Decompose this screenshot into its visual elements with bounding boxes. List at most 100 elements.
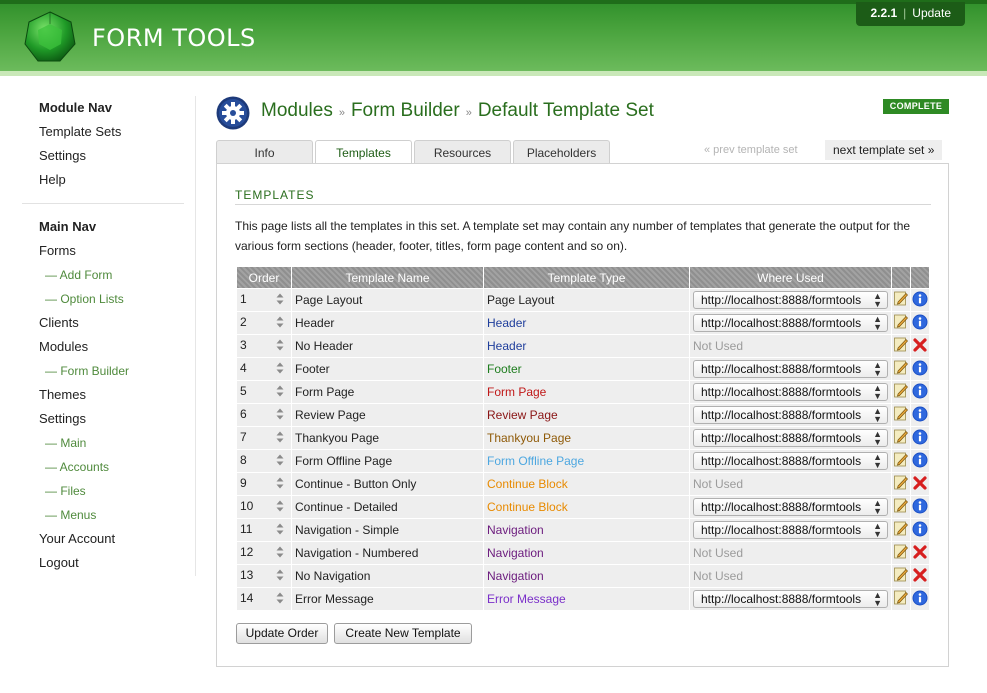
update-order-button[interactable]: Update Order <box>236 623 328 644</box>
table-header-row: Order Template Name Template Type Where … <box>237 267 930 289</box>
sidebar-item-files[interactable]: — Files <box>22 479 194 503</box>
info-icon[interactable] <box>912 590 928 609</box>
table-row: 4 Footer Footer http://localhost:8888/formt… <box>237 358 930 381</box>
reorder-handle-icon[interactable] <box>276 592 284 607</box>
sidebar-item-clients[interactable]: Clients <box>22 311 194 335</box>
template-type: Continue Block <box>484 496 690 519</box>
where-used-cell: http://localhost:8888/formtools ▲ ▼ <box>690 588 892 611</box>
sidebar-item-modules[interactable]: Modules <box>22 335 194 359</box>
edit-pencil-icon[interactable] <box>894 567 908 585</box>
sidebar-item-main[interactable]: — Main <box>22 431 194 455</box>
edit-pencil-icon[interactable] <box>894 498 908 516</box>
info-icon[interactable] <box>912 498 928 517</box>
edit-pencil-icon[interactable] <box>894 544 908 562</box>
edit-pencil-icon[interactable] <box>894 291 908 309</box>
breadcrumb-form-builder[interactable]: Form Builder <box>351 100 460 121</box>
reorder-handle-icon[interactable] <box>276 500 284 515</box>
sidebar-item-template-sets[interactable]: Template Sets <box>22 120 194 144</box>
action-cell <box>911 496 930 519</box>
edit-pencil-icon[interactable] <box>894 521 908 539</box>
sidebar-item-your-account[interactable]: Your Account <box>22 527 194 551</box>
tab-resources[interactable]: Resources <box>414 140 511 164</box>
action-cell <box>911 519 930 542</box>
edit-pencil-icon[interactable] <box>894 475 908 493</box>
edit-pencil-icon[interactable] <box>894 406 908 424</box>
info-icon[interactable] <box>912 429 928 448</box>
info-icon[interactable] <box>912 360 928 379</box>
order-number: 9 <box>240 476 247 491</box>
info-icon[interactable] <box>912 521 928 540</box>
reorder-handle-icon[interactable] <box>276 339 284 354</box>
template-name: No Navigation <box>292 565 484 588</box>
tab-placeholders[interactable]: Placeholders <box>513 140 610 164</box>
sidebar-item-option-lists[interactable]: — Option Lists <box>22 287 194 311</box>
where-used-select[interactable]: http://localhost:8888/formtools ▲ ▼ <box>693 383 888 401</box>
sidebar-item-settings[interactable]: Settings <box>22 407 194 431</box>
breadcrumb-modules[interactable]: Modules <box>261 100 333 121</box>
sidebar-item-help[interactable]: Help <box>22 168 194 192</box>
where-used-select[interactable]: http://localhost:8888/formtools ▲ ▼ <box>693 406 888 424</box>
where-used-select[interactable]: http://localhost:8888/formtools ▲ ▼ <box>693 498 888 516</box>
delete-x-icon[interactable] <box>913 544 927 562</box>
where-used-select[interactable]: http://localhost:8888/formtools ▲ ▼ <box>693 314 888 332</box>
where-used-value: http://localhost:8888/formtools <box>701 316 862 330</box>
create-new-template-button[interactable]: Create New Template <box>334 623 472 644</box>
edit-pencil-icon[interactable] <box>894 452 908 470</box>
info-icon[interactable] <box>912 406 928 425</box>
template-type: Navigation <box>484 519 690 542</box>
update-link[interactable]: Update <box>912 6 951 20</box>
edit-pencil-icon[interactable] <box>894 429 908 447</box>
edit-pencil-icon[interactable] <box>894 590 908 608</box>
delete-x-icon[interactable] <box>913 567 927 585</box>
reorder-handle-icon[interactable] <box>276 454 284 469</box>
reorder-handle-icon[interactable] <box>276 431 284 446</box>
edit-pencil-icon[interactable] <box>894 314 908 332</box>
reorder-handle-icon[interactable] <box>276 362 284 377</box>
sidebar-item-add-form[interactable]: — Add Form <box>22 263 194 287</box>
delete-x-icon[interactable] <box>913 337 927 355</box>
sidebar-item-themes[interactable]: Themes <box>22 383 194 407</box>
breadcrumb: Modules » Form Builder » Default Template Se… <box>261 100 654 122</box>
reorder-handle-icon[interactable] <box>276 569 284 584</box>
where-used-select[interactable]: http://localhost:8888/formtools ▲ ▼ <box>693 360 888 378</box>
reorder-handle-icon[interactable] <box>276 523 284 538</box>
edit-pencil-icon[interactable] <box>894 360 908 378</box>
reorder-handle-icon[interactable] <box>276 293 284 308</box>
reorder-handle-icon[interactable] <box>276 316 284 331</box>
select-arrows-icon: ▲ ▼ <box>873 498 882 516</box>
where-used-select[interactable]: http://localhost:8888/formtools ▲ ▼ <box>693 521 888 539</box>
where-used-cell: Not Used <box>690 542 892 565</box>
version-box: 2.2.1 | Update <box>856 2 965 26</box>
info-icon[interactable] <box>912 383 928 402</box>
sidebar-item-settings[interactable]: Settings <box>22 144 194 168</box>
reorder-handle-icon[interactable] <box>276 546 284 561</box>
reorder-handle-icon[interactable] <box>276 408 284 423</box>
edit-cell <box>892 588 911 611</box>
order-number: 8 <box>240 453 247 468</box>
reorder-handle-icon[interactable] <box>276 385 284 400</box>
sidebar-item-form-builder[interactable]: — Form Builder <box>22 359 194 383</box>
info-icon[interactable] <box>912 452 928 471</box>
edit-pencil-icon[interactable] <box>894 383 908 401</box>
tab-templates[interactable]: Templates <box>315 140 412 165</box>
not-used-label: Not Used <box>693 477 744 491</box>
delete-x-icon[interactable] <box>913 475 927 493</box>
template-type: Footer <box>484 358 690 381</box>
order-number: 13 <box>240 568 254 583</box>
where-used-select[interactable]: http://localhost:8888/formtools ▲ ▼ <box>693 429 888 447</box>
info-icon[interactable] <box>912 314 928 333</box>
select-arrows-icon: ▲ ▼ <box>873 291 882 309</box>
sidebar-item-logout[interactable]: Logout <box>22 551 194 575</box>
where-used-select[interactable]: http://localhost:8888/formtools ▲ ▼ <box>693 452 888 470</box>
tab-info[interactable]: Info <box>216 140 313 164</box>
sidebar-item-menus[interactable]: — Menus <box>22 503 194 527</box>
info-icon[interactable] <box>912 291 928 310</box>
sidebar-item-accounts[interactable]: — Accounts <box>22 455 194 479</box>
reorder-handle-icon[interactable] <box>276 477 284 492</box>
where-used-select[interactable]: http://localhost:8888/formtools ▲ ▼ <box>693 590 888 608</box>
sidebar-item-forms[interactable]: Forms <box>22 239 194 263</box>
next-template-set-link[interactable]: next template set » <box>825 140 943 160</box>
edit-pencil-icon[interactable] <box>894 337 908 355</box>
where-used-select[interactable]: http://localhost:8888/formtools ▲ ▼ <box>693 291 888 309</box>
section-title: TEMPLATES <box>235 188 315 202</box>
